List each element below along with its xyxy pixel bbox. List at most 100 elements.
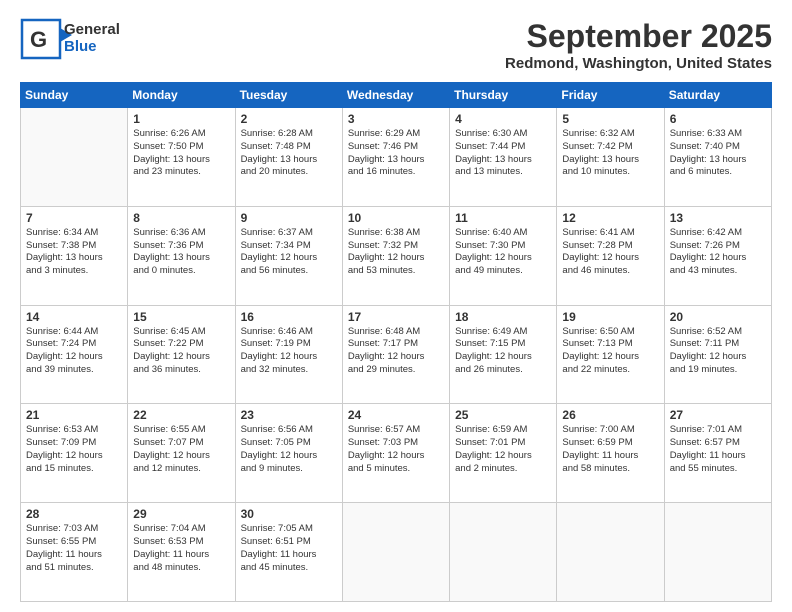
col-wednesday: Wednesday bbox=[342, 83, 449, 108]
day-number: 27 bbox=[670, 408, 766, 422]
day-number: 19 bbox=[562, 310, 658, 324]
calendar-cell-w2-d5: 19 Sunrise: 6:50 AMSunset: 7:13 PMDayligh… bbox=[557, 305, 664, 404]
day-info: Sunrise: 6:57 AMSunset: 7:03 PMDaylight:… bbox=[348, 424, 444, 475]
day-number: 13 bbox=[670, 211, 766, 225]
calendar-cell-w0-d3: 3 Sunrise: 6:29 AMSunset: 7:46 PMDaylight… bbox=[342, 108, 449, 207]
calendar-cell-w2-d6: 20 Sunrise: 6:52 AMSunset: 7:11 PMDayligh… bbox=[664, 305, 771, 404]
day-number: 14 bbox=[26, 310, 122, 324]
calendar-cell-w2-d4: 18Sunrise: 6:49 AMSunset: 7:15 PMDayligh… bbox=[450, 305, 557, 404]
day-number: 29 bbox=[133, 507, 229, 521]
calendar-cell-w4-d0: 28 Sunrise: 7:03 AMSunset: 6:55 PMDayligh… bbox=[21, 503, 128, 602]
calendar-cell-w1-d1: 8Sunrise: 6:36 AMSunset: 7:36 PMDaylight… bbox=[128, 206, 235, 305]
day-info: Sunrise: 7:00 AMSunset: 6:59 PMDaylight:… bbox=[562, 424, 658, 475]
calendar-cell-w1-d6: 13 Sunrise: 6:42 AMSunset: 7:26 PMDayligh… bbox=[664, 206, 771, 305]
col-monday: Monday bbox=[128, 83, 235, 108]
title-block: September 2025 Redmond, Washington, Unit… bbox=[505, 18, 772, 72]
calendar-cell-w0-d0 bbox=[21, 108, 128, 207]
day-number: 16 bbox=[241, 310, 337, 324]
col-sunday: Sunday bbox=[21, 83, 128, 108]
day-info: Sunrise: 7:04 AMSunset: 6:53 PMDaylight:… bbox=[133, 523, 229, 574]
day-info: Sunrise: 6:50 AMSunset: 7:13 PMDaylight:… bbox=[562, 326, 658, 377]
calendar-cell-w3-d5: 26 Sunrise: 7:00 AMSunset: 6:59 PMDayligh… bbox=[557, 404, 664, 503]
calendar-cell-w0-d5: 5Sunrise: 6:32 AMSunset: 7:42 PMDaylight… bbox=[557, 108, 664, 207]
day-info: Sunrise: 6:41 AMSunset: 7:28 PMDaylight:… bbox=[562, 227, 658, 278]
svg-text:G: G bbox=[30, 27, 47, 52]
day-info: Sunrise: 7:01 AMSunset: 6:57 PMDaylight:… bbox=[670, 424, 766, 475]
calendar-cell-w4-d3 bbox=[342, 503, 449, 602]
calendar-cell-w1-d2: 9Sunrise: 6:37 AMSunset: 7:34 PMDaylight… bbox=[235, 206, 342, 305]
calendar-cell-w1-d5: 12 Sunrise: 6:41 AMSunset: 7:28 PMDayligh… bbox=[557, 206, 664, 305]
day-number: 11 bbox=[455, 211, 551, 225]
day-info: Sunrise: 6:29 AMSunset: 7:46 PMDaylight:… bbox=[348, 128, 444, 179]
day-info: Sunrise: 6:52 AMSunset: 7:11 PMDaylight:… bbox=[670, 326, 766, 377]
calendar-cell-w1-d3: 10 Sunrise: 6:38 AMSunset: 7:32 PMDayligh… bbox=[342, 206, 449, 305]
day-number: 15 bbox=[133, 310, 229, 324]
day-info: Sunrise: 6:45 AMSunset: 7:22 PMDaylight:… bbox=[133, 326, 229, 377]
day-number: 7 bbox=[26, 211, 122, 225]
day-number: 2 bbox=[241, 112, 337, 126]
calendar-cell-w0-d6: 6Sunrise: 6:33 AMSunset: 7:40 PMDaylight… bbox=[664, 108, 771, 207]
day-info: Sunrise: 6:55 AMSunset: 7:07 PMDaylight:… bbox=[133, 424, 229, 475]
calendar-cell-w0-d1: 1 Sunrise: 6:26 AMSunset: 7:50 PMDaylight… bbox=[128, 108, 235, 207]
day-info: Sunrise: 6:46 AMSunset: 7:19 PMDaylight:… bbox=[241, 326, 337, 377]
calendar-cell-w2-d1: 15 Sunrise: 6:45 AMSunset: 7:22 PMDayligh… bbox=[128, 305, 235, 404]
week-row-0: 1 Sunrise: 6:26 AMSunset: 7:50 PMDaylight… bbox=[21, 108, 772, 207]
day-number: 12 bbox=[562, 211, 658, 225]
calendar-cell-w4-d1: 29 Sunrise: 7:04 AMSunset: 6:53 PMDayligh… bbox=[128, 503, 235, 602]
calendar-cell-w4-d5 bbox=[557, 503, 664, 602]
page: G General Blue September 2025 Redmond, W… bbox=[0, 0, 792, 612]
day-number: 25 bbox=[455, 408, 551, 422]
col-thursday: Thursday bbox=[450, 83, 557, 108]
calendar-cell-w0-d2: 2Sunrise: 6:28 AMSunset: 7:48 PMDaylight… bbox=[235, 108, 342, 207]
day-info: Sunrise: 7:03 AMSunset: 6:55 PMDaylight:… bbox=[26, 523, 122, 574]
week-row-3: 21Sunrise: 6:53 AMSunset: 7:09 PMDayligh… bbox=[21, 404, 772, 503]
day-info: Sunrise: 6:26 AMSunset: 7:50 PMDaylight:… bbox=[133, 128, 229, 179]
calendar-cell-w1-d4: 11 Sunrise: 6:40 AMSunset: 7:30 PMDayligh… bbox=[450, 206, 557, 305]
calendar-cell-w4-d6 bbox=[664, 503, 771, 602]
calendar-cell-w3-d4: 25 Sunrise: 6:59 AMSunset: 7:01 PMDayligh… bbox=[450, 404, 557, 503]
logo: G General Blue bbox=[20, 18, 110, 65]
day-number: 1 bbox=[133, 112, 229, 126]
day-info: Sunrise: 6:56 AMSunset: 7:05 PMDaylight:… bbox=[241, 424, 337, 475]
day-info: Sunrise: 6:32 AMSunset: 7:42 PMDaylight:… bbox=[562, 128, 658, 179]
day-info: Sunrise: 6:30 AMSunset: 7:44 PMDaylight:… bbox=[455, 128, 551, 179]
day-number: 10 bbox=[348, 211, 444, 225]
logo-text: General Blue bbox=[64, 22, 120, 55]
day-number: 20 bbox=[670, 310, 766, 324]
day-info: Sunrise: 6:59 AMSunset: 7:01 PMDaylight:… bbox=[455, 424, 551, 475]
calendar-cell-w1-d0: 7Sunrise: 6:34 AMSunset: 7:38 PMDaylight… bbox=[21, 206, 128, 305]
location: Redmond, Washington, United States bbox=[505, 55, 772, 72]
col-friday: Friday bbox=[557, 83, 664, 108]
header: G General Blue September 2025 Redmond, W… bbox=[20, 18, 772, 72]
day-number: 3 bbox=[348, 112, 444, 126]
calendar-cell-w3-d6: 27 Sunrise: 7:01 AMSunset: 6:57 PMDayligh… bbox=[664, 404, 771, 503]
day-info: Sunrise: 6:40 AMSunset: 7:30 PMDaylight:… bbox=[455, 227, 551, 278]
week-row-1: 7Sunrise: 6:34 AMSunset: 7:38 PMDaylight… bbox=[21, 206, 772, 305]
day-number: 17 bbox=[348, 310, 444, 324]
calendar-cell-w3-d2: 23 Sunrise: 6:56 AMSunset: 7:05 PMDayligh… bbox=[235, 404, 342, 503]
day-number: 9 bbox=[241, 211, 337, 225]
day-number: 26 bbox=[562, 408, 658, 422]
day-info: Sunrise: 6:38 AMSunset: 7:32 PMDaylight:… bbox=[348, 227, 444, 278]
day-info: Sunrise: 7:05 AMSunset: 6:51 PMDaylight:… bbox=[241, 523, 337, 574]
day-info: Sunrise: 6:42 AMSunset: 7:26 PMDaylight:… bbox=[670, 227, 766, 278]
logo-blue: Blue bbox=[64, 39, 120, 56]
day-info: Sunrise: 6:49 AMSunset: 7:15 PMDaylight:… bbox=[455, 326, 551, 377]
calendar-cell-w3-d0: 21Sunrise: 6:53 AMSunset: 7:09 PMDayligh… bbox=[21, 404, 128, 503]
calendar-header-row: Sunday Monday Tuesday Wednesday Thursday… bbox=[21, 83, 772, 108]
calendar-cell-w4-d4 bbox=[450, 503, 557, 602]
day-info: Sunrise: 6:44 AMSunset: 7:24 PMDaylight:… bbox=[26, 326, 122, 377]
week-row-4: 28 Sunrise: 7:03 AMSunset: 6:55 PMDayligh… bbox=[21, 503, 772, 602]
day-info: Sunrise: 6:33 AMSunset: 7:40 PMDaylight:… bbox=[670, 128, 766, 179]
calendar-cell-w3-d3: 24Sunrise: 6:57 AMSunset: 7:03 PMDayligh… bbox=[342, 404, 449, 503]
calendar-cell-w2-d2: 16 Sunrise: 6:46 AMSunset: 7:19 PMDayligh… bbox=[235, 305, 342, 404]
calendar-cell-w0-d4: 4 Sunrise: 6:30 AMSunset: 7:44 PMDaylight… bbox=[450, 108, 557, 207]
calendar-cell-w2-d3: 17Sunrise: 6:48 AMSunset: 7:17 PMDayligh… bbox=[342, 305, 449, 404]
day-number: 28 bbox=[26, 507, 122, 521]
day-number: 23 bbox=[241, 408, 337, 422]
day-number: 8 bbox=[133, 211, 229, 225]
day-number: 22 bbox=[133, 408, 229, 422]
calendar-table: Sunday Monday Tuesday Wednesday Thursday… bbox=[20, 82, 772, 602]
day-number: 4 bbox=[455, 112, 551, 126]
col-saturday: Saturday bbox=[664, 83, 771, 108]
